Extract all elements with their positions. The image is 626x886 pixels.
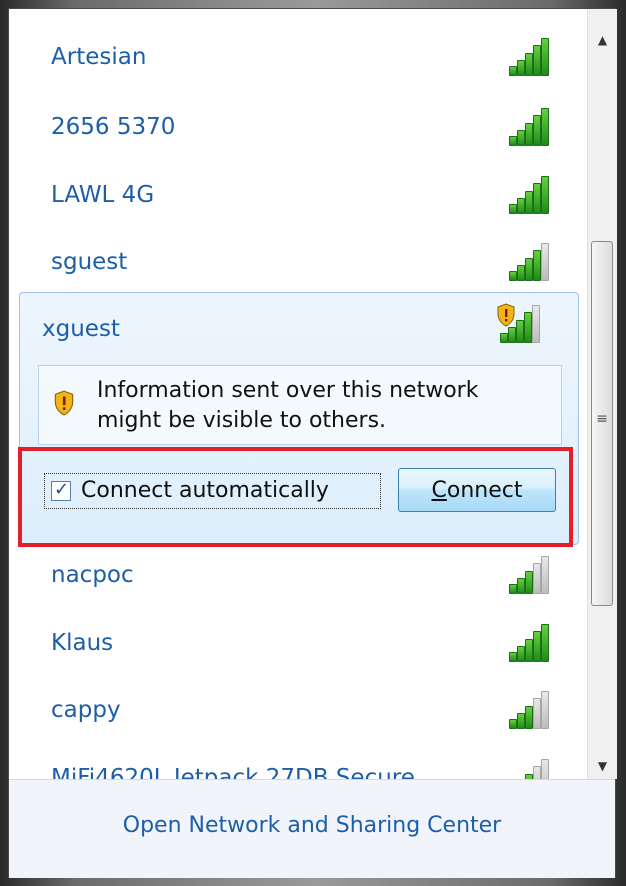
grip-icon: ≡ (596, 411, 608, 427)
network-item-sguest[interactable]: sguest (19, 231, 587, 291)
network-item-nacpoc[interactable]: nacpoc (19, 544, 587, 604)
network-item-mifi4620l-jetpack[interactable]: MiFi4620L Jetpack 27DB Secure (19, 747, 587, 779)
network-name: cappy (51, 697, 121, 723)
security-warning-message: Information sent over this network might… (38, 365, 562, 445)
network-name: MiFi4620L Jetpack 27DB Secure (51, 765, 415, 779)
network-name: LAWL 4G (51, 182, 155, 208)
flyout-footer: Open Network and Sharing Center (9, 779, 615, 878)
signal-strength-icon (509, 691, 557, 729)
vertical-scrollbar[interactable]: ▲ ≡ ▼ (587, 9, 617, 779)
network-item-klaus[interactable]: Klaus (19, 612, 587, 672)
highlight-annotation-box (18, 447, 573, 547)
security-warning-shield-icon (496, 303, 516, 327)
network-list: Artesian 2656 5370 LAWL 4G sguest xguest… (9, 9, 587, 779)
warning-text-line-2: might be visible to others. (97, 408, 387, 433)
network-name: sguest (51, 249, 128, 275)
wireless-network-flyout: Artesian 2656 5370 LAWL 4G sguest xguest… (8, 8, 617, 878)
security-warning-shield-icon (53, 390, 75, 416)
network-name: Artesian (51, 44, 147, 70)
scroll-up-arrow-icon[interactable]: ▲ (588, 23, 617, 57)
network-item-artesian[interactable]: Artesian (19, 26, 587, 86)
network-name: xguest (42, 316, 120, 342)
network-name: 2656 5370 (51, 114, 176, 140)
scrollbar-thumb[interactable]: ≡ (591, 241, 613, 606)
warning-text: Information sent over this network might… (97, 376, 478, 436)
signal-strength-icon (509, 38, 557, 76)
signal-strength-icon (509, 759, 557, 779)
window-frame: Artesian 2656 5370 LAWL 4G sguest xguest… (0, 0, 626, 886)
open-network-sharing-center-link[interactable]: Open Network and Sharing Center (9, 813, 615, 838)
signal-strength-icon (509, 556, 557, 594)
signal-strength-icon (509, 624, 557, 662)
network-item-cappy[interactable]: cappy (19, 679, 587, 739)
signal-strength-icon (509, 176, 557, 214)
scroll-down-arrow-icon[interactable]: ▼ (588, 749, 617, 783)
network-item-2656-5370[interactable]: 2656 5370 (19, 96, 587, 156)
signal-strength-icon (509, 243, 557, 281)
network-name: Klaus (51, 630, 114, 656)
network-item-lawl-4g[interactable]: LAWL 4G (19, 164, 587, 224)
signal-strength-icon (509, 108, 557, 146)
network-name: nacpoc (51, 562, 134, 588)
warning-text-line-1: Information sent over this network (97, 378, 479, 403)
